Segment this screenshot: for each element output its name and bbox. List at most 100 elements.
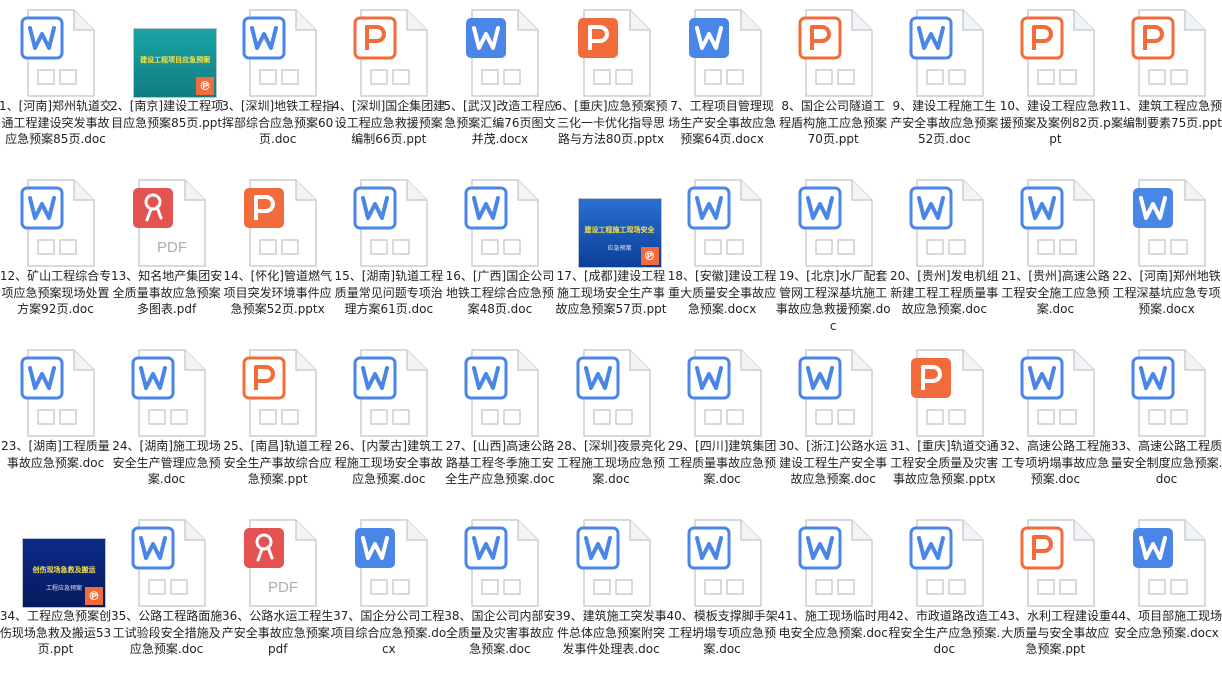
word-outline-icon [12,4,100,100]
file-name-label: 31、[重庆]轨道交通工程安全质量及灾害事故应急预案.pptx [889,439,999,486]
word-outline-icon [901,514,989,610]
file-item[interactable]: 27、[山西]高速公路路基工程冬季施工安全生产应急预案.doc [444,340,555,510]
word-outline-icon [345,344,433,440]
file-name-label: 1、[河南]郑州轨道交通工程建设突发事故应急预案85页.doc [0,99,112,146]
file-name-label: 15、[湖南]轨道工程质量常见问题专项治理方案61页.doc [334,269,444,316]
file-item[interactable]: 44、项目部施工现场安全应急预案.docx [1111,510,1222,680]
pdf-label: PDF [268,579,298,596]
word-outline-icon [901,174,989,270]
pdf-icon: PDF [123,174,211,270]
word-outline-icon [790,514,878,610]
file-item[interactable]: 25、[南昌]轨道工程安全生产事故综合应急预案.ppt [222,340,333,510]
slide-thumbnail-icon: 创伤现场急救及搬运 工程应急预案 ℗ [12,514,106,610]
file-name-label: 12、矿山工程综合专项应急预案现场处置方案92页.doc [0,269,112,316]
file-item[interactable]: 23、[湖南]工程质量事故应急预案.doc [0,340,111,510]
slide-thumbnail: 创伤现场急救及搬运 工程应急预案 ℗ [22,538,106,608]
file-name-label: 38、国企公司内部安全质量及灾害事故应急预案.doc [444,609,556,656]
file-name-label: 5、[武汉]改造工程应急预案汇编76页图文并茂.docx [443,99,557,146]
file-item[interactable]: 4、[深圳]国企集团建设工程应急救援预案编制66页.ppt [332,0,446,170]
file-item[interactable]: 10、建设工程应急救援预案及案例82页.ppt [1000,0,1111,170]
file-item[interactable]: 12、矿山工程综合专项应急预案现场处置方案92页.doc [0,170,111,340]
file-name-label: 11、建筑工程应急预案编制要素75页.ppt [1110,99,1222,130]
file-item[interactable]: 9、建设工程施工生产安全事故应急预案52页.doc [889,0,1000,170]
word-outline-icon [123,514,211,610]
file-item[interactable]: 建设工程施工现场安全 应急预案 ℗ 17、[成都]建设工程施工现场安全生产事故应急预案… [555,170,667,340]
ppt-outline-icon [1012,4,1100,100]
file-item[interactable]: 16、[广西]国企公司地铁工程综合应急预案48页.doc [444,170,555,340]
word-outline-icon [790,344,878,440]
file-item[interactable]: 43、水利工程建设重大质量与安全事故应急预案.ppt [1000,510,1111,680]
word-solid-icon [1123,514,1211,610]
file-item[interactable]: 32、高速公路工程施工专项坍塌事故应急预案.doc [1000,340,1111,510]
word-outline-icon [679,174,767,270]
word-outline-icon [1012,344,1100,440]
file-name-label: 30、[浙江]公路水运建设工程生产安全事故应急预案.doc [778,439,888,486]
file-item[interactable]: 28、[深圳]夜景亮化工程施工现场应急预案.doc [556,340,667,510]
slide-thumbnail: 建设工程项目应急预案 ℗ [133,28,218,98]
file-item[interactable]: 8、国企公司隧道工程盾构施工应急预案70页.ppt [778,0,889,170]
file-name-label: 29、[四川]建筑集团工程质量事故应急预案.doc [667,439,777,486]
file-item[interactable]: PDF 36、公路水运工程生产安全事故应急预案.pdf [221,510,334,680]
word-outline-icon [123,344,211,440]
word-outline-icon [1012,174,1100,270]
slide-thumbnail-icon: 建设工程施工现场安全 应急预案 ℗ [568,174,662,270]
word-outline-icon [12,174,100,270]
word-outline-icon [568,514,656,610]
file-item[interactable]: 40、模板支撑脚手架工程坍塌专项应急预案.doc [666,510,778,680]
file-name-label: 26、[内蒙古]建筑工程施工现场安全事故应急预案.doc [334,439,444,486]
file-item[interactable]: 31、[重庆]轨道交通工程安全质量及灾害事故应急预案.pptx [889,340,1000,510]
ppt-badge-icon: ℗ [85,587,103,605]
file-item[interactable]: 创伤现场急救及搬运 工程应急预案 ℗ 34、工程应急预案创伤现场急救及搬运53页.pp… [0,510,111,680]
file-item[interactable]: 20、[贵州]发电机组新建工程工程质量事故应急预案.doc [889,170,1000,340]
word-outline-icon [12,344,100,440]
file-name-label: 17、[成都]建设工程施工现场安全生产事故应急预案57页.ppt [555,269,667,316]
file-name-label: 4、[深圳]国企集团建设工程应急救援预案编制66页.ppt [332,99,446,146]
file-name-label: 24、[湖南]施工现场安全生产管理应急预案.doc [112,439,221,486]
file-item[interactable]: 6、[重庆]应急预案预三化一卡优化指导思路与方法80页.pptx [555,0,668,170]
file-name-label: 22、[河南]郑州地铁工程深基坑应急专项预案.docx [1112,269,1221,316]
file-item[interactable]: 37、国企分公司工程项目综合应急预案.docx [331,510,446,680]
file-item[interactable]: 1、[河南]郑州轨道交通工程建设突发事故应急预案85页.doc [0,0,112,170]
file-name-label: 36、公路水运工程生产安全事故应急预案.pdf [221,609,334,656]
file-item[interactable]: 33、高速公路工程质量安全制度应急预案.doc [1111,340,1222,510]
file-item[interactable]: 39、建筑施工突发事件总体应急预案附突发事件处理表.doc [555,510,667,680]
file-item[interactable]: 26、[内蒙古]建筑工程施工现场安全事故应急预案.doc [333,340,444,510]
file-item[interactable]: 29、[四川]建筑集团工程质量事故应急预案.doc [667,340,778,510]
ppt-outline-icon [345,4,433,100]
word-solid-icon [345,514,433,610]
file-name-label: 16、[广西]国企公司地铁工程综合应急预案48页.doc [445,269,555,316]
file-item[interactable]: PDF 13、知名地产集团安全质量事故应急预案多图表.pdf [111,170,222,340]
file-item[interactable]: 11、建筑工程应急预案编制要素75页.ppt [1111,0,1222,170]
file-item[interactable]: 38、国企公司内部安全质量及灾害事故应急预案.doc [444,510,556,680]
file-name-label: 2、[南京]建设工程项目应急预案85页.ppt [110,99,224,130]
file-item[interactable]: 24、[湖南]施工现场安全生产管理应急预案.doc [111,340,222,510]
file-name-label: 8、国企公司隧道工程盾构施工应急预案70页.ppt [779,99,888,146]
file-item[interactable]: 30、[浙江]公路水运建设工程生产安全事故应急预案.doc [778,340,889,510]
file-item[interactable]: 15、[湖南]轨道工程质量常见问题专项治理方案61页.doc [333,170,444,340]
file-item[interactable]: 5、[武汉]改造工程应急预案汇编76页图文并茂.docx [443,0,557,170]
file-item[interactable]: 19、[北京]水厂配套管网工程深基坑施工事故应急救援预案.doc [775,170,891,340]
thumbnail-title: 创伤现场急救及搬运 [32,566,96,574]
file-name-label: 19、[北京]水厂配套管网工程深基坑施工事故应急救援预案.doc [775,269,891,333]
file-item[interactable]: 41、施工现场临时用电安全应急预案.doc [778,510,889,680]
word-outline-icon [345,174,433,270]
file-name-label: 7、工程项目管理现场生产安全事故应急预案64页.docx [668,99,777,146]
file-item[interactable]: 18、[安徽]建设工程重大质量安全事故应急预案.docx [667,170,778,340]
file-item[interactable]: 7、工程项目管理现场生产安全事故应急预案64页.docx [667,0,778,170]
ppt-outline-icon [234,344,322,440]
pdf-icon: PDF [234,514,322,610]
file-item[interactable]: 35、公路工程路面施工试验段安全措施及应急预案.doc [111,510,222,680]
word-outline-icon [456,344,544,440]
file-item[interactable]: 建设工程项目应急预案 ℗ 2、[南京]建设工程项目应急预案85页.ppt [110,0,224,170]
file-item[interactable]: 21、[贵州]高速公路工程安全施工应急预案.doc [1000,170,1111,340]
file-name-label: 20、[贵州]发电机组新建工程工程质量事故应急预案.doc [889,269,999,316]
file-item[interactable]: 14、[怀化]管道燃气项目突发环境事件应急预案52页.pptx [222,170,333,340]
word-outline-icon [568,344,656,440]
thumbnail-title: 建设工程项目应急预案 [140,56,211,64]
file-name-label: 33、高速公路工程质量安全制度应急预案.doc [1110,439,1222,486]
file-item[interactable]: 42、市政道路改造工程安全生产应急预案.doc [888,510,1000,680]
file-item[interactable]: 22、[河南]郑州地铁工程深基坑应急专项预案.docx [1111,170,1222,340]
thumbnail-title: 建设工程施工现场安全 [584,226,655,234]
file-name-label: 18、[安徽]建设工程重大质量安全事故应急预案.docx [667,269,777,316]
file-item[interactable]: 3、[深圳]地铁工程指挥部综合应急预案60页.doc [221,0,334,170]
